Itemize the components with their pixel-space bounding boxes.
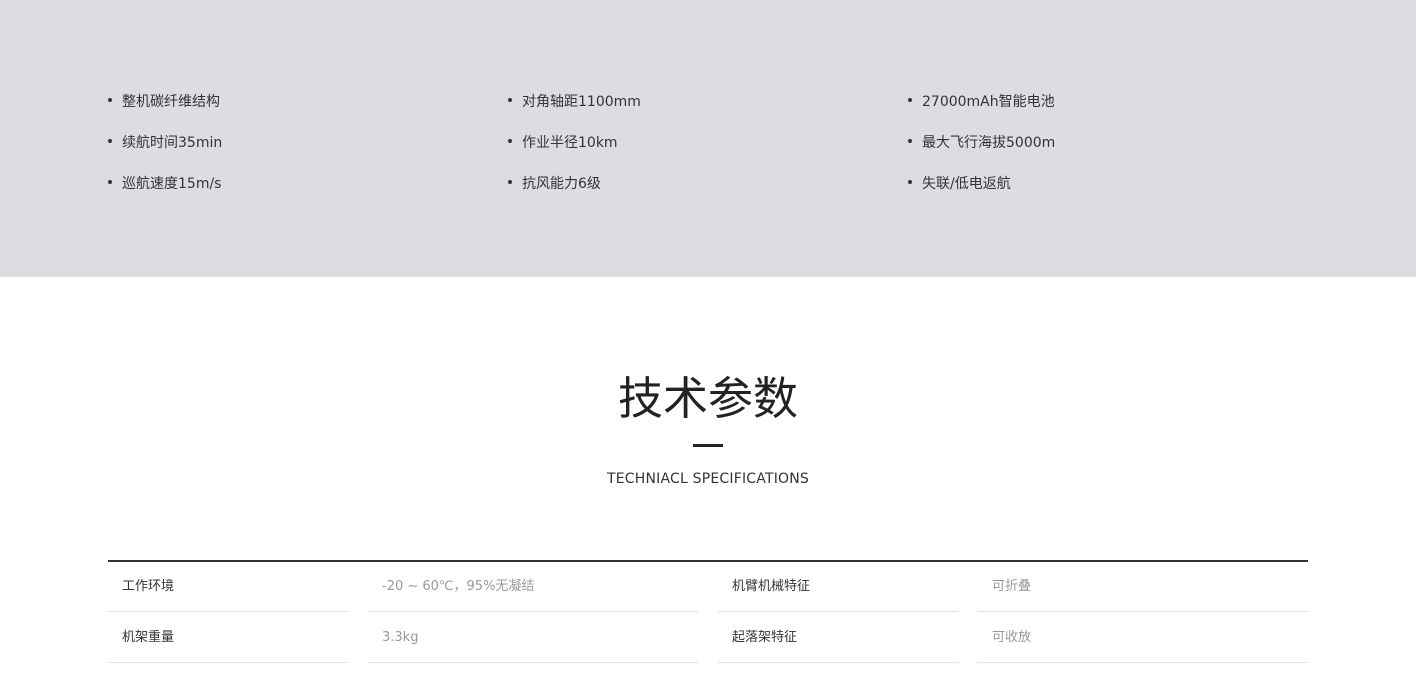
spec-value: 可收放 xyxy=(978,613,1308,663)
bullet-icon xyxy=(908,180,912,184)
bullet-icon xyxy=(908,139,912,143)
table-row: 工作环境 -20 ~ 60℃，95%无凝结 机臂机械特征 可折叠 xyxy=(108,562,1308,613)
bullet-icon xyxy=(108,98,112,102)
feature-item: 巡航速度15m/s xyxy=(108,170,221,198)
feature-item: 续航时间35min xyxy=(108,129,222,157)
spec-table: 工作环境 -20 ~ 60℃，95%无凝结 机臂机械特征 可折叠 机架重量 3.… xyxy=(108,560,1308,664)
bullet-icon xyxy=(108,139,112,143)
spec-value: 可折叠 xyxy=(978,562,1308,612)
feature-item: 失联/低电返航 xyxy=(908,170,1011,198)
features-banner: 整机碳纤维结构 续航时间35min 巡航速度15m/s 对角轴距1100mm 作… xyxy=(0,0,1416,277)
section-subtitle: TECHNIACL SPECIFICATIONS xyxy=(606,471,810,487)
title-divider xyxy=(693,444,723,447)
feature-item: 对角轴距1100mm xyxy=(508,88,641,116)
feature-item: 27000mAh智能电池 xyxy=(908,88,1055,116)
feature-item: 最大飞行海拔5000m xyxy=(908,129,1055,157)
bullet-icon xyxy=(508,139,512,143)
spec-label: 起落架特征 xyxy=(718,613,958,663)
bullet-icon xyxy=(508,98,512,102)
feature-item: 抗风能力6级 xyxy=(508,170,601,198)
spec-value: 3.3kg xyxy=(368,613,698,663)
bullet-icon xyxy=(908,98,912,102)
spec-value: -20 ~ 60℃，95%无凝结 xyxy=(368,562,698,612)
table-row: 机架重量 3.3kg 起落架特征 可收放 xyxy=(108,613,1308,664)
spec-label: 工作环境 xyxy=(108,562,348,612)
feature-item: 整机碳纤维结构 xyxy=(108,88,220,116)
feature-item: 作业半径10km xyxy=(508,129,618,157)
spec-label: 机臂机械特征 xyxy=(718,562,958,612)
spec-label: 机架重量 xyxy=(108,613,348,663)
section-title: 技术参数 xyxy=(617,372,798,425)
bullet-icon xyxy=(508,180,512,184)
bullet-icon xyxy=(108,180,112,184)
